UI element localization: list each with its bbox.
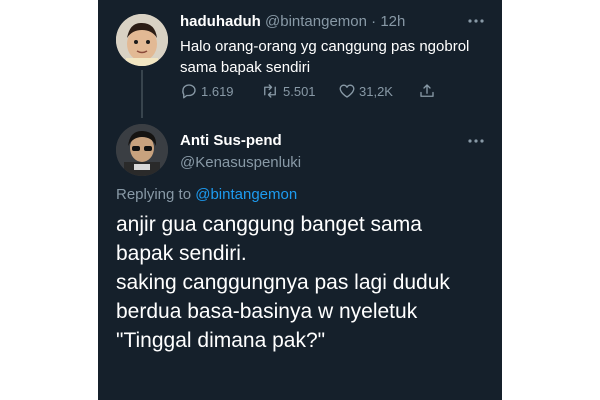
tweet1-actions: 1.619 5.501 31,2K xyxy=(180,82,439,100)
avatar-anti-sus-pend[interactable] xyxy=(116,124,168,176)
avatar-haduhaduh[interactable] xyxy=(116,14,168,66)
tweet-time[interactable]: 12h xyxy=(380,13,405,30)
more-icon[interactable] xyxy=(466,134,486,146)
user-handle[interactable]: @Kenasuspenluki xyxy=(180,154,301,171)
user-handle[interactable]: @bintangemon xyxy=(265,13,367,30)
replying-handle-link[interactable]: @bintangemon xyxy=(195,186,297,203)
reply-icon xyxy=(182,84,196,99)
tweet1-header: haduhaduh @bintangemon · 12h xyxy=(180,13,405,30)
retweet-icon xyxy=(264,84,276,98)
tweet1-text: Halo orang-orang yg canggung pas ngobrol… xyxy=(180,38,470,76)
tweet-thread: haduhaduh @bintangemon · 12h Halo orang-… xyxy=(98,0,502,400)
separator-dot: · xyxy=(371,13,377,30)
reply-count: 1.619 xyxy=(201,83,234,99)
display-name[interactable]: haduhaduh xyxy=(180,13,261,30)
reply-button[interactable]: 1.619 xyxy=(180,82,260,100)
share-button[interactable] xyxy=(418,82,439,100)
retweet-button[interactable]: 5.501 xyxy=(260,82,338,100)
like-button[interactable]: 31,2K xyxy=(338,82,418,100)
retweet-count: 5.501 xyxy=(283,83,316,99)
display-name[interactable]: Anti Sus-pend xyxy=(180,132,282,149)
like-icon xyxy=(339,84,355,98)
like-count: 31,2K xyxy=(359,83,393,99)
more-icon[interactable] xyxy=(466,14,486,26)
replying-to: Replying to @bintangemon xyxy=(116,186,297,203)
thread-connector-line xyxy=(141,70,143,118)
share-icon xyxy=(420,84,434,97)
tweet2-text: anjir gua canggung banget sama bapak sen… xyxy=(116,213,450,352)
replying-label: Replying to xyxy=(116,186,192,203)
